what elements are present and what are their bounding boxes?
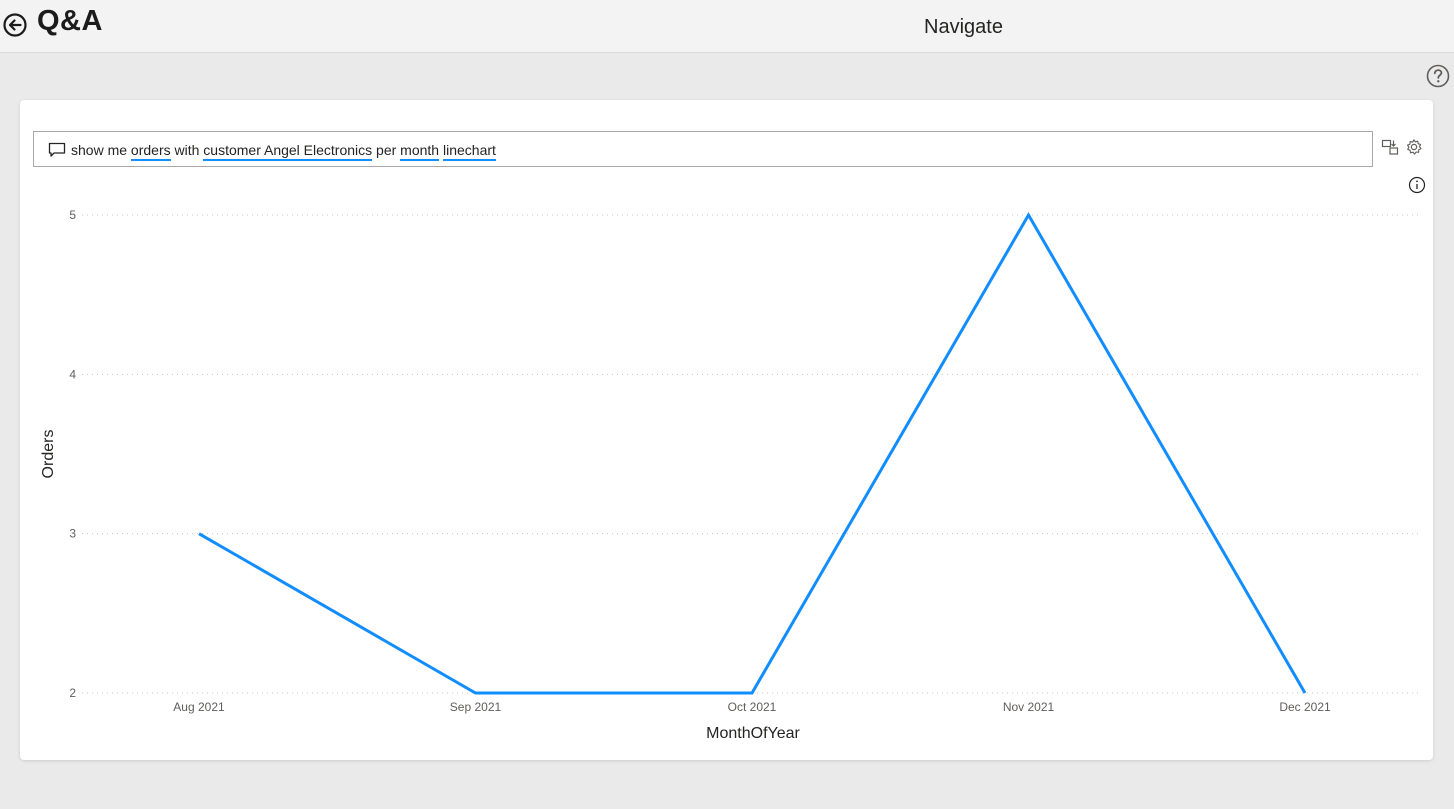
y-tick-label: 2 (69, 686, 76, 700)
top-bar: Q&A Navigate (0, 0, 1454, 53)
navigate-title: Navigate (924, 16, 1003, 38)
help-icon[interactable] (1426, 64, 1450, 88)
data-point[interactable] (1299, 687, 1311, 699)
orders-line-chart: 5 4 3 2 Aug 2021 Sep 2021 Oct 2021 Nov 2021 Dec… (40, 208, 1418, 742)
x-axis-title: MonthOfYear (706, 725, 800, 742)
data-point[interactable] (746, 687, 758, 699)
y-tick-label: 3 (69, 527, 76, 541)
x-tick-label: Dec 2021 (1279, 700, 1331, 714)
back-arrow-icon[interactable] (2, 12, 28, 38)
data-point[interactable] (193, 528, 205, 540)
app-title: Q&A (37, 5, 103, 37)
x-tick-label: Aug 2021 (173, 700, 225, 714)
x-tick-label: Nov 2021 (1003, 700, 1055, 714)
data-point[interactable] (1023, 209, 1035, 221)
orders-series-line[interactable] (198, 212, 1307, 695)
y-axis-title: Orders (40, 430, 57, 479)
data-point[interactable] (470, 687, 482, 699)
x-tick-label: Oct 2021 (728, 700, 777, 714)
qna-visual-card: show me orders with customer Angel Elect… (20, 100, 1433, 760)
y-tick-label: 4 (69, 367, 76, 381)
x-tick-label: Sep 2021 (450, 700, 502, 714)
y-tick-label: 5 (69, 208, 76, 222)
